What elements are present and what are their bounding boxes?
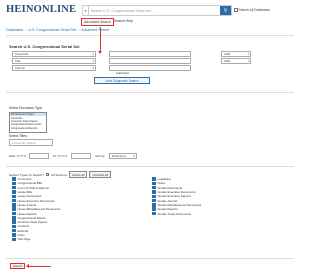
divider <box>6 92 294 93</box>
checkbox[interactable] <box>12 190 16 194</box>
sort-label: Sort by: <box>95 153 105 158</box>
checkbox[interactable] <box>12 233 16 237</box>
quick-search-bar: ▾ Search U.S. Congressional Serial Set..… <box>82 5 232 16</box>
checkbox[interactable] <box>12 211 16 216</box>
checkbox[interactable] <box>152 185 156 190</box>
all-sections-label: All Sections <box>51 172 67 177</box>
checkbox[interactable] <box>12 216 16 220</box>
add-field-link[interactable]: Add Field <box>116 71 129 75</box>
section-item[interactable]: Title Page <box>12 237 60 241</box>
checkbox[interactable] <box>12 224 16 229</box>
breadcrumb-advanced[interactable]: Advanced Search <box>81 28 109 32</box>
checkbox[interactable] <box>12 207 16 211</box>
end-date-input[interactable] <box>71 152 91 159</box>
checkbox[interactable] <box>152 203 156 207</box>
checkbox[interactable] <box>12 194 16 199</box>
search-help-link[interactable]: Search Help <box>114 19 133 23</box>
section-list-left: Comments Congressional Bills Court Of Cl… <box>12 177 60 241</box>
breadcrumb-separator-icon: › <box>25 28 27 32</box>
start-date-label: Date: (YYYY) <box>9 153 27 158</box>
list-item[interactable]: Congressional Documents <box>10 123 46 126</box>
view-diagnostic-search-button[interactable]: View Diagnostic Search <box>94 77 150 84</box>
section-item[interactable]: Senate Treaty Documents <box>152 211 201 216</box>
date-sort-row: Date: (YYYY) To: (YYYY) Sort by: Relevan… <box>9 152 291 159</box>
checkbox[interactable] <box>152 181 156 186</box>
document-type-label: Select Document Type: <box>9 106 44 110</box>
divider <box>6 166 294 167</box>
search-all-label: Search All Databases <box>238 8 271 12</box>
annotation-arrow-down <box>98 27 102 54</box>
operator-select-1[interactable]: AND <box>221 51 251 57</box>
end-date-label: To: (YYYY) <box>53 153 68 158</box>
breadcrumb-databases[interactable]: Databases <box>6 28 23 32</box>
checkbox[interactable] <box>12 228 16 233</box>
titles-input[interactable]: Choose By Citation <box>9 139 53 146</box>
sort-select[interactable]: Relevance <box>108 152 137 159</box>
quick-search-input[interactable]: Search U.S. Congressional Serial Set... <box>89 9 220 13</box>
divider <box>6 35 294 36</box>
search-all-checkbox[interactable] <box>234 8 238 12</box>
search-row-1: Keywords AND <box>12 51 251 57</box>
section-label: Title Page <box>17 237 31 242</box>
list-item[interactable]: Congressional Reports <box>10 127 46 130</box>
advanced-search-link[interactable]: Advanced Search <box>81 18 114 26</box>
field-select-3[interactable]: Volume <box>12 65 96 71</box>
search-row-3: Volume <box>12 65 191 71</box>
checkbox[interactable] <box>12 220 16 224</box>
uncheck-all-button[interactable]: Uncheck All <box>89 171 112 178</box>
section-list-right: Legislative Notes Senate Documents Senat… <box>152 177 201 216</box>
form-title: Search U.S. Congressional Serial Set <box>9 44 80 49</box>
checkbox[interactable] <box>152 194 156 199</box>
search-term-input-2[interactable] <box>109 58 191 64</box>
search-submit-button[interactable]: Search <box>10 263 25 269</box>
checkbox[interactable] <box>152 177 156 181</box>
checkbox[interactable] <box>152 211 156 216</box>
heinonline-logo[interactable]: HEINONLINE <box>6 4 76 16</box>
checkbox[interactable] <box>12 198 16 203</box>
checkbox[interactable] <box>12 181 16 186</box>
breadcrumb-separator-icon: › <box>77 28 80 32</box>
check-all-button[interactable]: Check All <box>68 171 88 178</box>
search-icon[interactable]: ⚲ <box>220 6 231 15</box>
divider <box>6 258 294 259</box>
section-label: Senate Treaty Documents <box>157 211 191 216</box>
document-type-listbox[interactable]: All Document Types Serial Set American S… <box>9 112 47 133</box>
checkbox[interactable] <box>12 203 16 207</box>
section-types-label: Section Types To Search? <box>9 172 44 177</box>
field-select-1[interactable]: Keywords <box>12 51 96 57</box>
checkbox[interactable] <box>12 237 16 242</box>
annotation-arrow-left <box>26 264 51 268</box>
logo-text: HEINONLINE <box>6 4 77 15</box>
all-sections-checkbox[interactable] <box>45 172 50 177</box>
search-row-2: Title AND <box>12 58 251 64</box>
operator-select-2[interactable]: AND <box>221 58 251 64</box>
checkbox[interactable] <box>12 177 16 181</box>
breadcrumb-serial-set[interactable]: U.S. Congressional Serial Set <box>28 28 76 32</box>
checkbox[interactable] <box>152 198 156 203</box>
search-term-input-1[interactable] <box>109 51 191 57</box>
start-date-input[interactable] <box>29 152 49 159</box>
checkbox[interactable] <box>12 185 16 190</box>
titles-label: Select Titles: <box>9 134 28 138</box>
field-select-2[interactable]: Title <box>12 58 96 64</box>
checkbox[interactable] <box>152 190 156 194</box>
search-all-databases-toggle[interactable]: Search All Databases <box>234 8 270 12</box>
breadcrumb: Databases › U.S. Congressional Serial Se… <box>6 28 110 32</box>
checkbox[interactable] <box>152 207 156 211</box>
